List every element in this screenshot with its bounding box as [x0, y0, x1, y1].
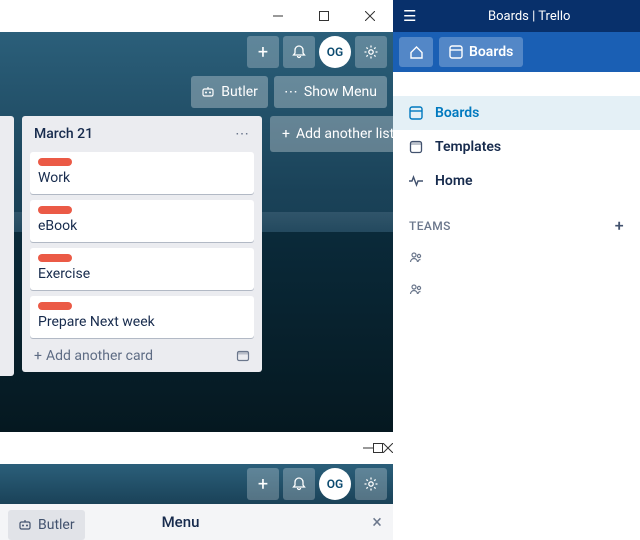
card-label-red — [38, 302, 72, 310]
add-icon[interactable]: + — [247, 468, 279, 500]
boards-nav-label: Boards — [469, 44, 513, 60]
card-label-red — [38, 206, 72, 214]
sidebar-item-boards[interactable]: Boards — [393, 96, 640, 130]
lists-row: March 21 ⋯ Work eBook Exercise Prepare N… — [0, 116, 393, 376]
add-list-label: Add another list — [296, 126, 393, 142]
maximize-button[interactable] — [373, 443, 383, 453]
card-title: Prepare Next week — [38, 314, 155, 330]
plus-icon: + — [282, 126, 290, 142]
card-title: Exercise — [38, 266, 90, 282]
close-button[interactable] — [347, 0, 393, 32]
add-card-button[interactable]: +Add another card — [34, 348, 153, 364]
hamburger-icon[interactable]: ☰ — [403, 7, 416, 25]
team-item[interactable] — [393, 273, 640, 305]
card-title: Work — [38, 170, 70, 186]
teams-label: TEAMS — [409, 219, 451, 233]
plus-icon: + — [34, 348, 42, 364]
minimize-button[interactable] — [255, 0, 301, 32]
previous-list-edge[interactable] — [0, 116, 14, 376]
home-icon[interactable] — [399, 37, 433, 67]
sidebar-item-home[interactable]: Home — [393, 164, 640, 198]
teams-header: TEAMS + — [393, 198, 640, 241]
list-menu-icon[interactable]: ⋯ — [235, 126, 250, 142]
avatar[interactable]: OG — [319, 468, 351, 500]
close-icon[interactable]: × — [361, 512, 393, 533]
card[interactable]: Exercise — [30, 248, 254, 290]
butler-icon — [201, 85, 215, 99]
add-list-button[interactable]: + Add another list — [270, 116, 393, 152]
board-background: + OG Butler ⋯ Show Menu March 21 ⋯ Wo — [0, 32, 393, 432]
sidebar-item-label: Home — [435, 173, 473, 189]
card[interactable]: Work — [30, 152, 254, 194]
avatar[interactable]: OG — [319, 36, 351, 68]
butler-label: Butler — [221, 84, 258, 100]
sidebar-item-label: Templates — [435, 139, 501, 155]
list-title[interactable]: March 21 — [34, 126, 93, 142]
list: March 21 ⋯ Work eBook Exercise Prepare N… — [22, 116, 262, 372]
butler-button[interactable]: Butler — [8, 510, 85, 540]
close-button[interactable] — [383, 443, 393, 453]
show-menu-button[interactable]: ⋯ Show Menu — [274, 76, 387, 108]
sidebar-nav: Boards — [393, 32, 640, 72]
settings-icon[interactable] — [355, 468, 387, 500]
card-title: eBook — [38, 218, 77, 234]
sidebar-item-templates[interactable]: Templates — [393, 130, 640, 164]
butler-button[interactable]: Butler — [191, 76, 268, 108]
butler-label: Butler — [38, 517, 75, 533]
settings-icon[interactable] — [355, 36, 387, 68]
card[interactable]: Prepare Next week — [30, 296, 254, 338]
card[interactable]: eBook — [30, 200, 254, 242]
team-item[interactable] — [393, 241, 640, 273]
ellipsis-icon: ⋯ — [284, 84, 298, 100]
maximize-button[interactable] — [301, 0, 347, 32]
board-icon — [449, 45, 463, 59]
add-team-button[interactable]: + — [615, 216, 624, 235]
sidebar-window: ☰ Boards | Trello Boards Boards Template… — [393, 0, 640, 540]
board-topbar: + OG — [247, 36, 387, 68]
minimize-button[interactable] — [363, 443, 373, 453]
board-actions: Butler ⋯ Show Menu — [191, 76, 387, 108]
board-menu-panel: Butler Menu × — [0, 504, 393, 540]
sidebar-titlebar: ☰ Boards | Trello — [393, 0, 640, 32]
card-label-red — [38, 254, 72, 262]
add-icon[interactable]: + — [247, 36, 279, 68]
template-icon — [409, 140, 425, 154]
notifications-icon[interactable] — [283, 36, 315, 68]
notifications-icon[interactable] — [283, 468, 315, 500]
window-title: Boards | Trello — [428, 9, 630, 24]
window-titlebar — [0, 0, 393, 32]
boards-nav-button[interactable]: Boards — [439, 37, 523, 67]
sidebar-body: Boards Templates Home TEAMS + — [393, 72, 640, 305]
card-label-red — [38, 158, 72, 166]
window-titlebar — [0, 432, 393, 464]
lower-window: + OG — [0, 432, 393, 504]
show-menu-label: Show Menu — [304, 84, 377, 100]
card-template-icon[interactable] — [236, 349, 250, 363]
board-topbar: + OG — [0, 464, 393, 504]
sidebar-item-label: Boards — [435, 105, 479, 121]
board-icon — [409, 106, 425, 120]
butler-icon — [18, 518, 32, 532]
pulse-icon — [409, 175, 425, 187]
add-card-label: Add another card — [46, 348, 153, 364]
